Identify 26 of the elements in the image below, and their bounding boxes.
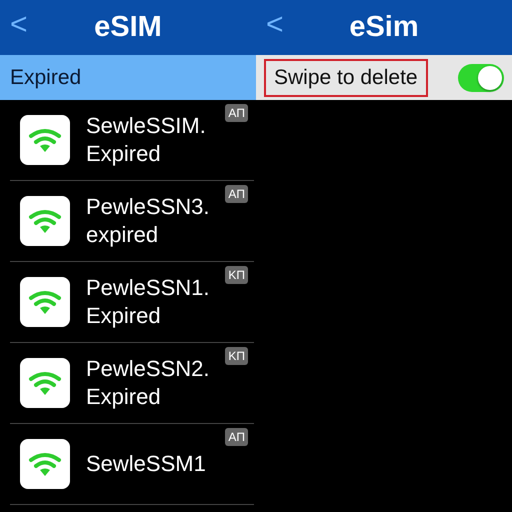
section-header: Expired <box>0 55 256 100</box>
wifi-icon <box>28 370 62 396</box>
carrier-badge: AΠ <box>225 104 248 122</box>
back-button[interactable]: < <box>10 8 28 42</box>
wifi-icon <box>28 289 62 315</box>
toggle-switch[interactable] <box>458 64 504 92</box>
carrier-badge: KΠ <box>225 266 248 284</box>
sim-name: PewleSSN2. <box>86 355 210 383</box>
carrier-badge: AΠ <box>225 428 248 446</box>
sim-status: Expired <box>86 302 162 330</box>
carrier-badge: KΠ <box>225 347 248 365</box>
sim-name: PewleSSN1. <box>86 274 210 302</box>
sim-status: Expired <box>86 140 162 168</box>
wifi-icon <box>28 208 62 234</box>
carrier-badge: AΠ <box>225 185 248 203</box>
screen-title: eSIM <box>94 11 162 44</box>
screen-title: eSim <box>349 11 419 44</box>
sim-name: SewleSSIM. <box>86 112 206 140</box>
sim-status: expired <box>86 221 160 249</box>
setting-label: Swipe to delete <box>264 58 428 96</box>
back-button[interactable]: < <box>266 8 284 42</box>
sim-name: SewleSSM1 <box>86 450 206 478</box>
sim-status: Expired <box>86 383 162 411</box>
sim-name: PewleSSN3. <box>86 193 210 221</box>
wifi-icon <box>28 127 62 153</box>
wifi-icon <box>28 451 62 477</box>
